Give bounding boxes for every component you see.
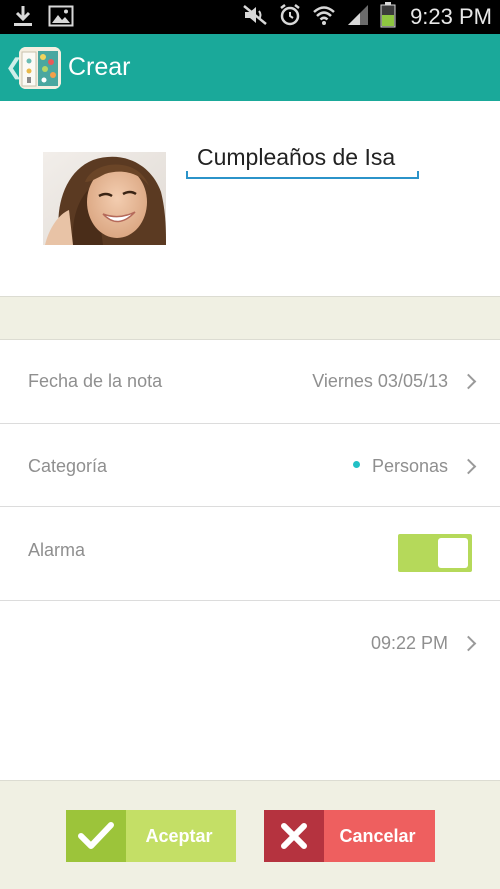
avatar[interactable] (43, 152, 166, 245)
status-bar: 9:23 PM (0, 0, 500, 34)
section-divider (0, 296, 500, 340)
chevron-right-icon (460, 373, 477, 390)
cancel-label: Cancelar (339, 825, 416, 846)
download-icon (12, 4, 34, 33)
note-header (0, 101, 500, 296)
accept-label: Aceptar (145, 825, 213, 846)
mute-icon (242, 4, 268, 31)
accept-button[interactable]: Aceptar (66, 810, 236, 862)
image-icon (48, 4, 74, 33)
toggle-knob (438, 538, 468, 568)
input-underline-left (186, 171, 188, 179)
alarm-toggle[interactable] (398, 534, 472, 572)
category-label: Categoría (28, 456, 108, 476)
app-bar: ❮ Crear (0, 34, 500, 101)
category-color-dot (353, 461, 360, 468)
signal-icon (346, 4, 370, 31)
app-logo-icon[interactable] (19, 47, 61, 89)
alarm-label: Alarma (28, 540, 86, 560)
wifi-icon (312, 4, 336, 31)
time-value: 09:22 PM (370, 633, 448, 653)
close-icon (264, 810, 324, 862)
chevron-right-icon (460, 458, 477, 475)
date-label: Fecha de la nota (28, 371, 163, 391)
status-time: 9:23 PM (410, 4, 492, 29)
alarm-row: Alarma (0, 507, 500, 601)
note-title-input[interactable] (186, 137, 419, 179)
chevron-right-icon (460, 635, 477, 652)
check-icon (66, 810, 126, 862)
status-right-icons: 9:23 PM (242, 0, 492, 34)
category-row[interactable]: Categoría Personas (0, 424, 500, 507)
status-left-icons (12, 4, 74, 33)
action-footer: Aceptar Cancelar (0, 780, 500, 889)
battery-icon (380, 1, 396, 33)
date-row[interactable]: Fecha de la nota Viernes 03/05/13 (0, 341, 500, 424)
page-title: Crear (68, 53, 131, 81)
alarm-clock-icon (278, 3, 302, 32)
cancel-button[interactable]: Cancelar (264, 810, 435, 862)
input-underline-right (417, 171, 419, 179)
category-value: Personas (371, 456, 448, 476)
time-row[interactable]: 09:22 PM (0, 601, 500, 780)
date-value: Viernes 03/05/13 (312, 371, 448, 391)
